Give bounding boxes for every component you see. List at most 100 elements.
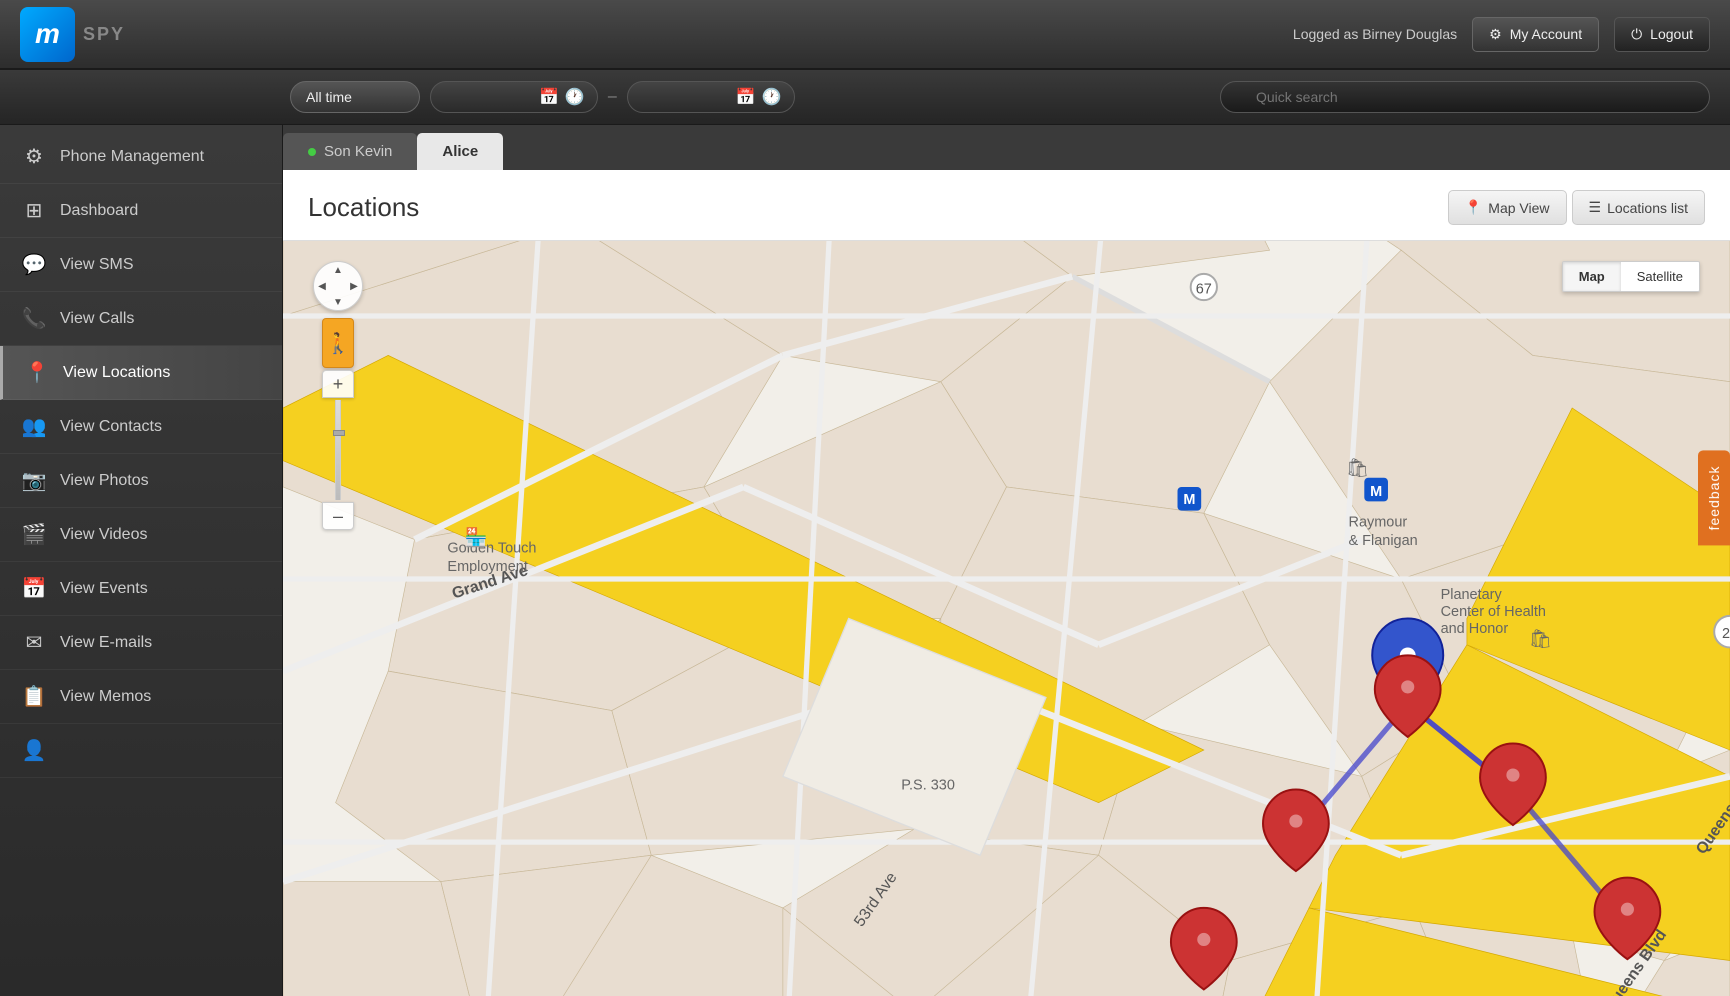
tab-son-kevin[interactable]: Son Kevin [283,133,417,170]
svg-text:Employment: Employment [447,559,527,575]
nav-circle[interactable]: ▲ ◀ ▶ ▼ [313,261,363,311]
feedback-tab[interactable]: feedback [1698,451,1730,546]
calls-icon: 📞 [20,306,48,331]
svg-text:25: 25 [1722,626,1730,642]
sidebar-item-view-locations[interactable]: 📍 View Locations [0,346,282,400]
sidebar-item-view-calls[interactable]: 📞 View Calls [0,292,282,346]
pegman-icon: 🚶 [326,331,351,356]
contacts-icon: 👥 [20,414,48,439]
zoom-slider[interactable] [335,400,341,500]
locations-title: Locations [308,192,419,223]
logo: m SPY [20,7,125,62]
online-indicator [308,148,316,156]
videos-icon: 🎬 [20,522,48,547]
sidebar-item-view-memos[interactable]: 📋 View Memos [0,670,282,724]
svg-text:Grand Ave: Grand Ave [450,562,530,603]
sidebar-item-label: Dashboard [60,202,138,220]
locations-icon: 📍 [23,360,51,385]
calendar-icon-from: 📅 [539,87,559,107]
map-type-buttons: Map Satellite [1562,261,1700,292]
emails-icon: ✉ [20,630,48,655]
nav-left-button[interactable]: ◀ [318,281,326,292]
clock-icon-to: 🕐 [762,87,782,107]
sidebar-item-view-photos[interactable]: 📷 View Photos [0,454,282,508]
sidebar-item-more[interactable]: 👤 [0,724,282,778]
sidebar-item-label: View Photos [60,472,149,490]
sidebar-item-dashboard[interactable]: ⊞ Dashboard [0,184,282,238]
locations-list-button[interactable]: ☰ Locations list [1572,190,1706,225]
svg-text:M: M [1370,484,1382,500]
sidebar-item-label: View Memos [60,688,151,706]
map-background: Grand Ave 53rd Ave Queens Blvd Queens Bl… [283,241,1730,996]
nav-down-button[interactable]: ▼ [333,297,343,308]
tab-label: Son Kevin [324,143,392,160]
date-from-input[interactable] [443,90,533,105]
memos-icon: 📋 [20,684,48,709]
zoom-out-button[interactable]: – [322,502,354,530]
logo-text: SPY [83,24,125,45]
date-to-input[interactable] [640,90,730,105]
svg-text:P.S. 330: P.S. 330 [901,778,955,794]
svg-text:🛍: 🛍 [1346,457,1369,478]
header: m SPY Logged as Birney Douglas ⚙ My Acco… [0,0,1730,70]
power-icon: ⏻ [1631,26,1642,43]
svg-text:🏪: 🏪 [465,527,488,549]
map-type-map-button[interactable]: Map [1563,262,1621,291]
sidebar-item-view-contacts[interactable]: 👥 View Contacts [0,400,282,454]
gear-icon: ⚙ [1489,26,1502,43]
sidebar-item-label: View Events [60,580,148,598]
logged-as-text: Logged as Birney Douglas [1293,26,1457,42]
map-view-button[interactable]: 📍 Map View [1448,190,1567,225]
photos-icon: 📷 [20,468,48,493]
svg-text:and Honor: and Honor [1441,621,1509,637]
tab-label: Alice [442,143,478,160]
nav-right-button[interactable]: ▶ [350,281,358,292]
zoom-in-button[interactable]: + [322,370,354,398]
clock-icon-from: 🕐 [565,87,585,107]
sidebar-item-view-emails[interactable]: ✉ View E-mails [0,616,282,670]
events-icon: 📅 [20,576,48,601]
pegman-button[interactable]: 🚶 [322,318,354,368]
sidebar-item-view-videos[interactable]: 🎬 View Videos [0,508,282,562]
sidebar-item-label: View Contacts [60,418,162,436]
zoom-handle[interactable] [333,430,345,436]
sidebar-item-view-sms[interactable]: 💬 View SMS [0,238,282,292]
svg-text:Queens Blvd: Queens Blvd [1693,769,1730,858]
sidebar-item-label: View Videos [60,526,147,544]
content-area: Son Kevin Alice Locations 📍 Map View ☰ L… [283,125,1730,996]
date-separator: – [608,88,617,106]
svg-text:M: M [1183,492,1195,508]
sidebar-item-view-events[interactable]: 📅 View Events [0,562,282,616]
header-right: Logged as Birney Douglas ⚙ My Account ⏻ … [1293,17,1710,52]
svg-text:Raymour: Raymour [1349,514,1408,530]
list-icon: ☰ [1589,199,1602,216]
sms-icon: 💬 [20,252,48,277]
map-container[interactable]: Grand Ave 53rd Ave Queens Blvd Queens Bl… [283,241,1730,996]
tabs-bar: Son Kevin Alice [283,125,1730,170]
map-type-satellite-button[interactable]: Satellite [1621,262,1699,291]
time-range-select[interactable]: All time Today This week This month Cust… [290,81,420,113]
svg-text:Center of Health: Center of Health [1441,604,1546,620]
locations-panel: Locations 📍 Map View ☰ Locations list [283,170,1730,996]
my-account-button[interactable]: ⚙ My Account [1472,17,1599,52]
logout-button[interactable]: ⏻ Logout [1614,17,1710,52]
gear-icon: ⚙ [20,144,48,169]
view-buttons: 📍 Map View ☰ Locations list [1448,190,1705,225]
calendar-icon-to: 📅 [736,87,756,107]
sidebar-item-label: Phone Management [60,148,204,166]
sidebar-item-phone-management[interactable]: ⚙ Phone Management [0,130,282,184]
sidebar: ⚙ Phone Management ⊞ Dashboard 💬 View SM… [0,125,283,996]
quick-search-input[interactable] [1220,81,1710,113]
sidebar-item-label: View SMS [60,256,134,274]
sidebar-item-label: View E-mails [60,634,152,652]
search-wrapper: 🔍 [1220,81,1710,113]
toolbar: All time Today This week This month Cust… [0,70,1730,125]
locations-header: Locations 📍 Map View ☰ Locations list [283,170,1730,241]
logo-icon: m [20,7,75,62]
nav-up-button[interactable]: ▲ [333,265,343,276]
svg-text:67: 67 [1196,282,1212,298]
svg-text:Planetary: Planetary [1441,587,1503,603]
tab-alice[interactable]: Alice [417,133,503,170]
svg-text:& Flanigan: & Flanigan [1349,533,1418,549]
svg-text:Golden Touch: Golden Touch [447,541,536,557]
